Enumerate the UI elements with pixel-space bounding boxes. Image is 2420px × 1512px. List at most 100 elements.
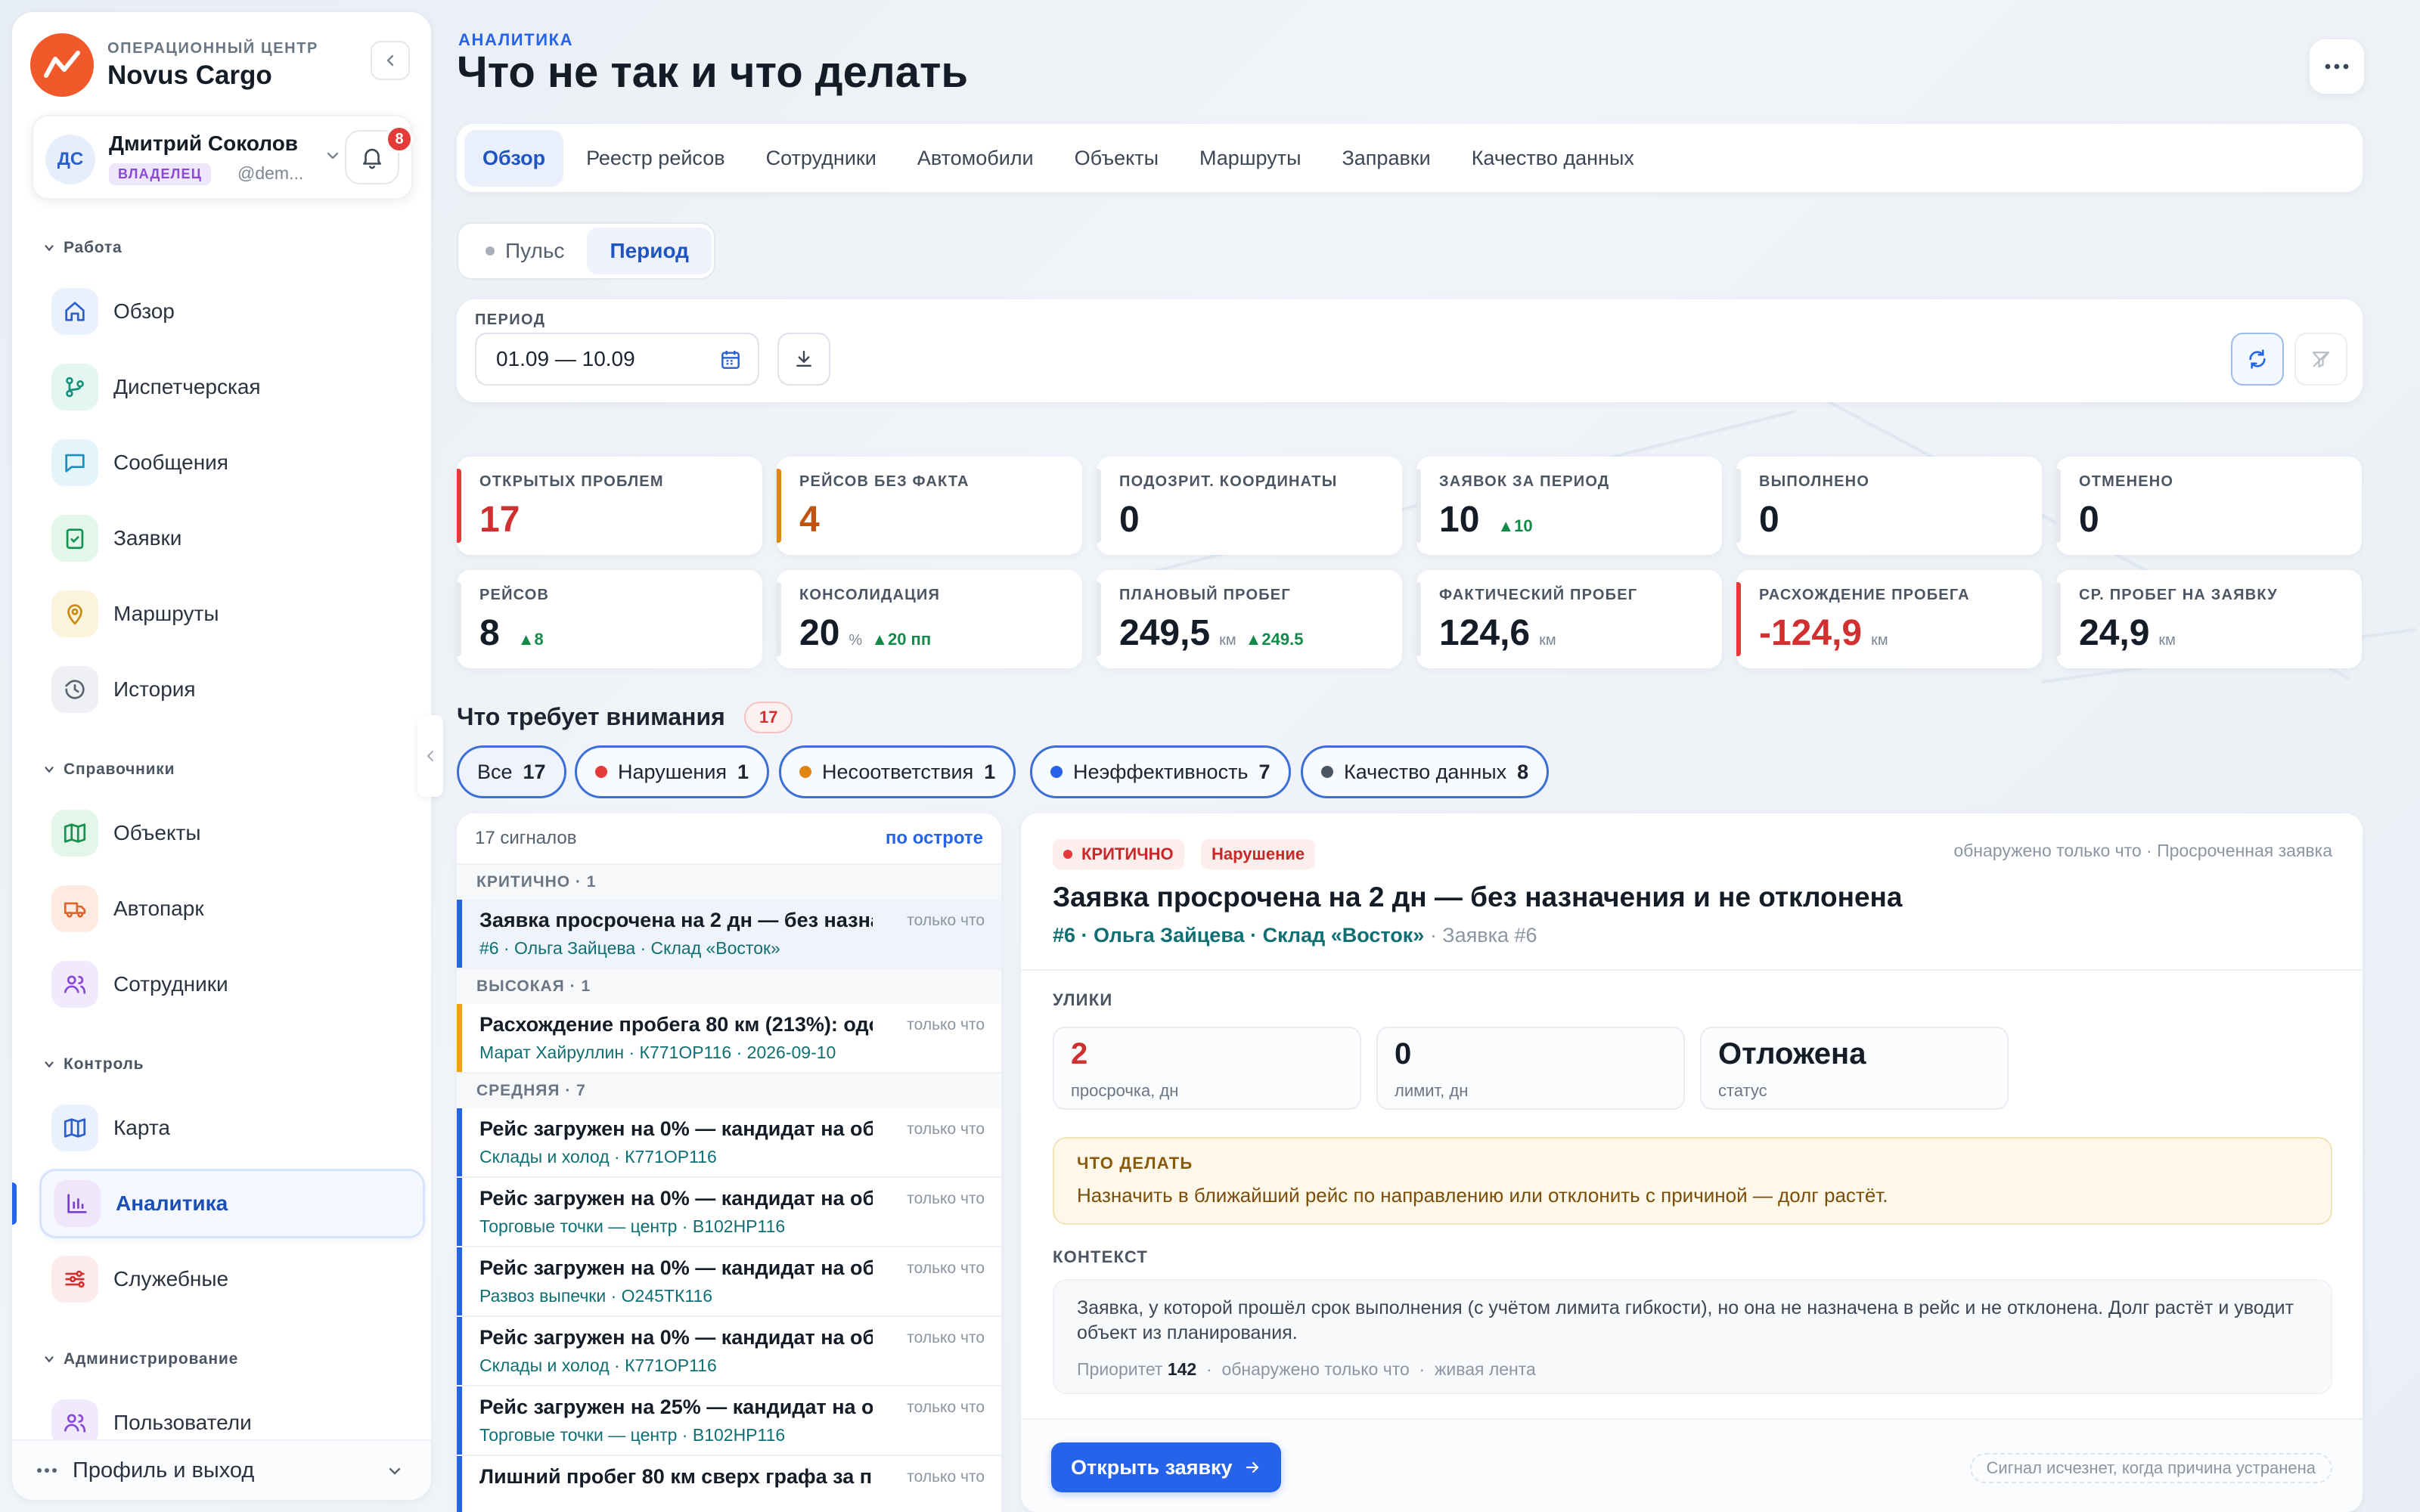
sort-toggle[interactable]: по остроте: [886, 828, 983, 849]
status-dot: [595, 766, 607, 778]
filter-chip-data-quality[interactable]: Качество данных 8: [1301, 745, 1550, 798]
filter-chip-violations[interactable]: Нарушения 1: [575, 745, 770, 798]
tab-fuel[interactable]: Заправки: [1323, 130, 1448, 187]
severity-accent: [457, 1108, 462, 1176]
reset-filter-button[interactable]: [2294, 333, 2347, 386]
sidebar-item-routes[interactable]: Маршруты: [39, 579, 425, 649]
truck-icon: [51, 885, 98, 932]
kpi-accent-bar: [1416, 469, 1421, 543]
signal-list-item[interactable]: Заявка просрочена на 2 дн — без назначен…: [457, 900, 1001, 969]
export-button[interactable]: [777, 333, 830, 386]
sidebar-resize-handle[interactable]: [417, 715, 443, 797]
more-horizontal-icon: [2325, 64, 2349, 70]
context-text: Заявка, у которой прошёл срок выполнения…: [1077, 1297, 2294, 1343]
sidebar-item-history[interactable]: История: [39, 655, 425, 724]
bar-chart-icon: [54, 1180, 101, 1227]
signal-group-header: КРИТИЧНО · 1: [457, 865, 1001, 900]
sidebar-item-messages[interactable]: Сообщения: [39, 428, 425, 497]
user-role-badge: ВЛАДЕЛЕЦ: [109, 163, 212, 185]
kpi-value: 0: [1119, 500, 1140, 540]
filter-chip-count: 7: [1258, 760, 1270, 783]
kpi-value-row: 249,5 км ▲249.5: [1119, 612, 1303, 654]
open-order-button[interactable]: Открыть заявку: [1051, 1442, 1281, 1492]
sidebar-item-analytics[interactable]: Аналитика: [39, 1169, 425, 1238]
kpi-unit: км: [1539, 632, 1556, 649]
kpi-accent-bar: [777, 469, 781, 543]
signal-list-item[interactable]: Рейс загружен на 0% — кандидат на объеди…: [457, 1317, 1001, 1387]
signal-title: Рейс загружен на 0% — кандидат на объеди…: [479, 1256, 873, 1279]
todo-text: Назначить в ближайший рейс по направлени…: [1077, 1184, 1888, 1207]
kpi-accent-bar: [777, 582, 781, 656]
avatar: ДС: [45, 135, 95, 184]
tab-routes[interactable]: Маршруты: [1181, 130, 1319, 187]
section-references[interactable]: Справочники: [42, 761, 175, 779]
sidebar-item-map[interactable]: Карта: [39, 1093, 425, 1163]
section-work[interactable]: Работа: [42, 239, 122, 257]
kpi-label: РЕЙСОВ БЕЗ ФАКТА: [799, 473, 970, 490]
kpi-value: 17: [479, 500, 520, 540]
chevron-down-icon[interactable]: [324, 147, 342, 165]
tab-trips-registry[interactable]: Реестр рейсов: [568, 130, 743, 187]
filter-chip-all[interactable]: Все 17: [457, 745, 566, 798]
sidebar-item-label: Маршруты: [113, 602, 219, 625]
severity-accent: [457, 1247, 462, 1315]
filter-chip-count: 8: [1517, 760, 1529, 783]
period-date-input[interactable]: 01.09 — 10.09: [475, 333, 759, 386]
signal-list-item[interactable]: Рейс загружен на 0% — кандидат на объеди…: [457, 1178, 1001, 1247]
brand-subtitle: ОПЕРАЦИОННЫЙ ЦЕНТР: [107, 39, 318, 57]
signal-list-item[interactable]: Рейс загружен на 0% — кандидат на объеди…: [457, 1247, 1001, 1317]
sidebar-item-dispatch[interactable]: Диспетчерская: [39, 352, 425, 422]
collapse-sidebar-button[interactable]: [371, 41, 410, 80]
kpi-label: КОНСОЛИДАЦИЯ: [799, 587, 941, 603]
kpi-value-row: 0: [1119, 499, 1158, 541]
evidence-value: 2: [1071, 1037, 1088, 1070]
section-title: Администрирование: [64, 1350, 239, 1368]
kpi-label: ЗАЯВОК ЗА ПЕРИОД: [1439, 473, 1610, 490]
signal-list-item[interactable]: Рейс загружен на 25% — кандидат на объед…: [457, 1387, 1001, 1456]
sidebar-item-objects[interactable]: Объекты: [39, 798, 425, 868]
section-admin[interactable]: Администрирование: [42, 1350, 238, 1368]
chevron-left-icon: [386, 54, 394, 67]
user-card[interactable]: ДС Дмитрий Соколов ВЛАДЕЛЕЦ @dem... 8: [32, 115, 413, 200]
detail-title: Заявка просрочена на 2 дн — без назначен…: [1053, 881, 1903, 912]
section-control[interactable]: Контроль: [42, 1055, 144, 1074]
sidebar-item-service[interactable]: Служебные: [39, 1244, 425, 1314]
tab-objects[interactable]: Объекты: [1056, 130, 1177, 187]
priority-value: 142: [1167, 1359, 1197, 1379]
profile-and-logout[interactable]: Профиль и выход: [12, 1439, 431, 1500]
more-horizontal-icon: [37, 1468, 57, 1473]
mode-pulse[interactable]: Пульс: [463, 228, 587, 274]
sidebar-item-employees[interactable]: Сотрудники: [39, 950, 425, 1019]
brand[interactable]: ОПЕРАЦИОННЫЙ ЦЕНТР Novus Cargo: [30, 33, 318, 97]
sidebar-item-fleet[interactable]: Автопарк: [39, 874, 425, 943]
signal-list-item[interactable]: Лишний пробег 80 км сверх графа за перио…: [457, 1456, 1001, 1512]
chevron-down-icon: [45, 245, 54, 252]
tab-data-quality[interactable]: Качество данных: [1454, 130, 1652, 187]
tab-overview[interactable]: Обзор: [464, 129, 564, 187]
kpi-value: 4: [799, 500, 820, 540]
refresh-button[interactable]: [2231, 333, 2284, 386]
signal-title: Расхождение пробега 80 км (213%): одомет…: [479, 1013, 873, 1036]
signal-list-item[interactable]: Расхождение пробега 80 км (213%): одомет…: [457, 1004, 1001, 1074]
tab-vehicles[interactable]: Автомобили: [899, 130, 1052, 187]
detail-link[interactable]: #6 · Ольга Зайцева · Склад «Восток» · За…: [1053, 924, 1537, 947]
sidebar-item-overview[interactable]: Обзор: [39, 277, 425, 346]
bell-icon: [363, 148, 381, 169]
filter-chip-mismatches[interactable]: Несоответствия 1: [779, 745, 1016, 798]
map-pin-icon: [51, 590, 98, 637]
kpi-label: ПОДОЗРИТ. КООРДИНАТЫ: [1119, 473, 1338, 490]
kpi-accent-bar: [1736, 469, 1741, 543]
kpi-value-row: 0: [1759, 499, 1798, 541]
tab-employees[interactable]: Сотрудники: [748, 130, 895, 187]
mode-period[interactable]: Период: [587, 228, 712, 274]
page-title: Что не так и что делать: [457, 48, 969, 97]
more-actions-button[interactable]: [2310, 39, 2364, 94]
signal-list-item[interactable]: Рейс загружен на 0% — кандидат на объеди…: [457, 1108, 1001, 1178]
filter-chip-inefficiency[interactable]: Неэффективность 7: [1030, 745, 1291, 798]
signal-title: Рейс загружен на 0% — кандидат на объеди…: [479, 1117, 873, 1140]
mode-pulse-label: Пульс: [505, 239, 565, 262]
sidebar: ОПЕРАЦИОННЫЙ ЦЕНТР Novus Cargo ДС Дмитри…: [12, 12, 431, 1500]
sidebar-item-orders[interactable]: Заявки: [39, 503, 425, 573]
chevron-down-icon: [45, 1356, 54, 1363]
kpi-card: КОНСОЛИДАЦИЯ 20% ▲20 пп: [777, 570, 1082, 668]
